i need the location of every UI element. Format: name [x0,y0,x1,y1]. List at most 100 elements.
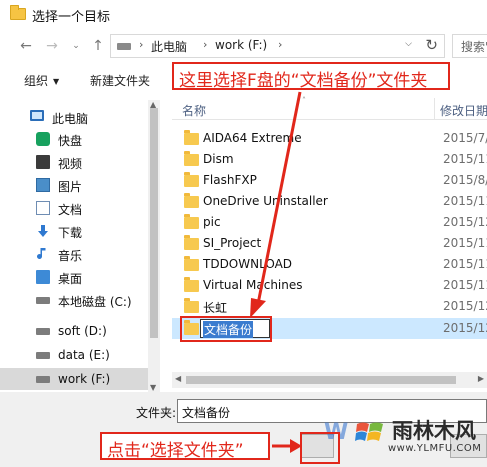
video-icon [36,155,50,169]
scroll-right-icon[interactable]: ▶ [478,374,484,383]
folder-row[interactable]: Virtual Machines 2015/11 [172,275,487,296]
forward-arrow-icon[interactable]: → [42,36,62,56]
breadcrumb-separator-icon[interactable]: › [139,38,143,51]
sidebar-item-label: 此电脑 [52,112,89,126]
sidebar-item-label: 文档 [58,203,83,217]
watermark-url: www.YLMFU.COM [388,443,482,454]
folder-date: 2015/8/ [443,173,487,187]
column-header: ˄ 名称 修改日期 [172,96,487,120]
sidebar-item-drive-d[interactable]: soft (D:) [0,320,150,342]
refresh-icon[interactable]: ↻ [425,36,438,54]
column-divider[interactable] [434,98,435,120]
sidebar-item-music[interactable]: 音乐 [0,243,150,265]
sidebar-item-drive-e[interactable]: data (E:) [0,344,150,366]
sort-ascending-icon: ˄ [302,96,306,105]
folder-row[interactable]: 长虹 2015/12 [172,296,487,317]
drive-icon [36,352,50,359]
window-title: 选择一个目标 [32,10,111,25]
breadcrumb-separator-icon[interactable]: › [278,38,282,51]
folder-icon [184,256,199,271]
breadcrumb-work-drive[interactable]: work (F:) [215,38,267,52]
folder-name: AIDA64 Extreme [203,131,302,145]
folder-icon [184,235,199,250]
folder-row[interactable]: Dism 2015/11 [172,149,487,170]
breadcrumb-separator-icon[interactable]: › [203,38,207,51]
folder-icon [184,151,199,166]
organize-menu[interactable]: 组织 ▼ [24,72,59,89]
sidebar-item-kuaipan[interactable]: 快盘 [0,128,150,150]
sidebar-item-label: 视频 [58,157,83,171]
folder-icon [184,193,199,208]
drive-icon [117,43,131,50]
folder-icon [184,172,199,187]
caret-down-icon: ▼ [53,77,60,86]
folder-name: OneDrive Uninstaller [203,194,328,208]
folder-row[interactable]: TDDOWNLOAD 2015/11 [172,254,487,275]
sidebar-item-downloads[interactable]: 下载 [0,220,150,242]
new-folder-button[interactable]: 新建文件夹 [90,72,150,89]
folder-name: TDDOWNLOAD [203,257,293,271]
folder-name: 长虹 [203,301,228,315]
address-dropdown-icon[interactable]: ⌵ [405,39,412,49]
sidebar-item-pictures[interactable]: 图片 [0,174,150,196]
desktop-icon [36,270,50,284]
folder-row[interactable]: SI_Project 2015/11 [172,233,487,254]
folder-icon [10,5,26,20]
scroll-down-icon[interactable]: ▼ [150,383,156,392]
sidebar-item-drive-c[interactable]: 本地磁盘 (C:) [0,289,150,311]
sidebar-item-label: 快盘 [58,134,83,148]
annotation-highlight-box [180,316,272,342]
sidebar-scroll-thumb[interactable] [150,108,158,338]
sidebar-item-videos[interactable]: 视频 [0,151,150,173]
sidebar-item-label: 下载 [58,226,83,240]
column-date-modified[interactable]: 修改日期 [440,102,487,119]
music-icon [36,247,50,261]
sidebar-scrollbar[interactable]: ▲ ▼ [148,100,160,392]
cloud-drive-icon [36,132,50,146]
horizontal-scroll-thumb[interactable] [186,376,456,384]
sidebar-item-documents[interactable]: 文档 [0,197,150,219]
pictures-icon [36,178,50,192]
recent-locations-chevron-icon[interactable]: ⌄ [66,36,86,56]
folder-row[interactable]: OneDrive Uninstaller 2015/11 [172,191,487,212]
scroll-left-icon[interactable]: ◀ [175,374,181,383]
drive-icon [36,376,50,383]
sidebar-item-drive-f[interactable]: work (F:) [0,368,150,390]
search-input[interactable]: 搜索"work (F:)" [452,34,487,58]
windows-logo-icon [355,422,383,441]
folder-icon [184,130,199,145]
folder-date: 2015/12 [443,321,487,335]
folder-icon [184,298,199,313]
folder-date: 2015/12 [443,215,487,229]
folder-date: 2015/11 [443,278,487,292]
breadcrumb-this-pc[interactable]: 此电脑 [151,38,187,55]
address-bar[interactable]: › 此电脑 › work (F:) › ⌵ ↻ [110,34,445,58]
sidebar-item-label: soft (D:) [58,324,107,338]
folder-field-label: 文件夹: [136,406,177,420]
folder-date: 2015/11 [443,257,487,271]
folder-row[interactable]: pic 2015/12 [172,212,487,233]
back-arrow-icon[interactable]: ← [16,36,36,56]
annotation-bottom: 点击“选择文件夹” [100,432,270,461]
annotation-button-box [300,432,340,464]
folder-row[interactable]: FlashFXP 2015/8/ [172,170,487,191]
sidebar-item-this-pc[interactable]: 此电脑 [0,106,150,128]
navigation-pane: 此电脑 快盘 视频 图片 文档 下载 音乐 桌面 本地磁盘 (C:) soft … [0,100,160,392]
folder-icon [184,277,199,292]
folder-date: 2015/11 [443,194,487,208]
folder-name: SI_Project [203,236,262,250]
folder-date: 2015/7/ [443,131,487,145]
file-list-scrollbar[interactable]: ◀ ▶ [172,372,487,388]
sidebar-item-label: 音乐 [58,249,83,263]
computer-icon [30,110,44,121]
sidebar-item-desktop[interactable]: 桌面 [0,266,150,288]
folder-date: 2015/11 [443,236,487,250]
up-arrow-icon[interactable]: ↑ [88,36,108,56]
folder-date: 2015/11 [443,152,487,166]
sidebar-item-label: work (F:) [58,372,111,386]
drive-icon [36,328,50,335]
folder-row[interactable]: AIDA64 Extreme 2015/7/ [172,128,487,149]
column-name[interactable]: 名称 [182,102,206,119]
title-bar: 选择一个目标 [0,0,487,30]
drive-icon [36,297,50,304]
